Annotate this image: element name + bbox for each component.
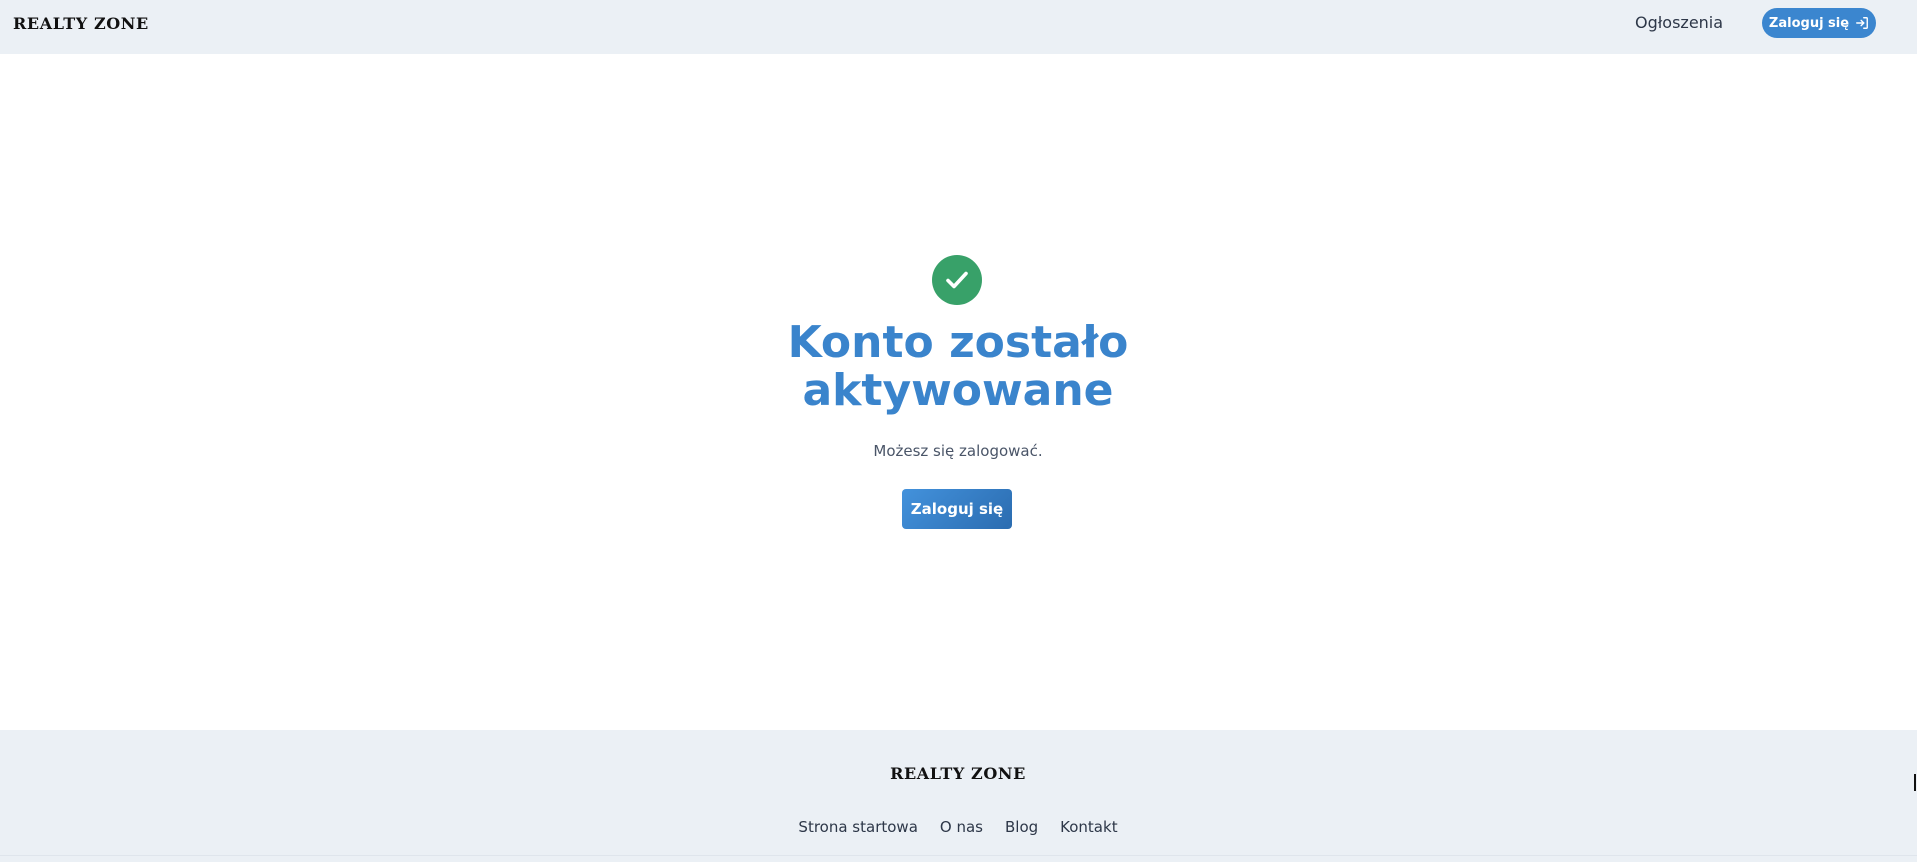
sign-in-icon: [1855, 16, 1869, 30]
login-button[interactable]: Zaloguj się: [902, 489, 1012, 529]
header-login-label: Zaloguj się: [1768, 15, 1850, 31]
footer-logo[interactable]: REALTY ZONE: [758, 764, 1158, 784]
footer-divider: [0, 855, 1917, 856]
footer-link-home[interactable]: Strona startowa: [798, 818, 917, 836]
footer-link-blog[interactable]: Blog: [1005, 818, 1038, 836]
footer-link-about[interactable]: O nas: [940, 818, 983, 836]
site-footer: REALTY ZONE Strona startowa O nas Blog K…: [0, 730, 1917, 862]
footer-link-contact[interactable]: Kontakt: [1060, 818, 1117, 836]
nav-link-ogloszenia[interactable]: Ogłoszenia: [1635, 13, 1723, 33]
main-content: Konto zostało aktywowane Możesz się zalo…: [0, 54, 1917, 730]
check-circle-icon: [932, 255, 982, 305]
footer-nav: Strona startowa O nas Blog Kontakt: [658, 818, 1258, 836]
site-header: REALTY ZONE Ogłoszenia Zaloguj się: [0, 0, 1917, 54]
text-cursor: [1914, 774, 1916, 791]
page-subtitle: Możesz się zalogować.: [873, 442, 1043, 460]
site-logo[interactable]: REALTY ZONE: [13, 14, 149, 34]
header-login-button[interactable]: Zaloguj się: [1762, 8, 1876, 38]
page-title: Konto zostało aktywowane: [787, 317, 1129, 416]
